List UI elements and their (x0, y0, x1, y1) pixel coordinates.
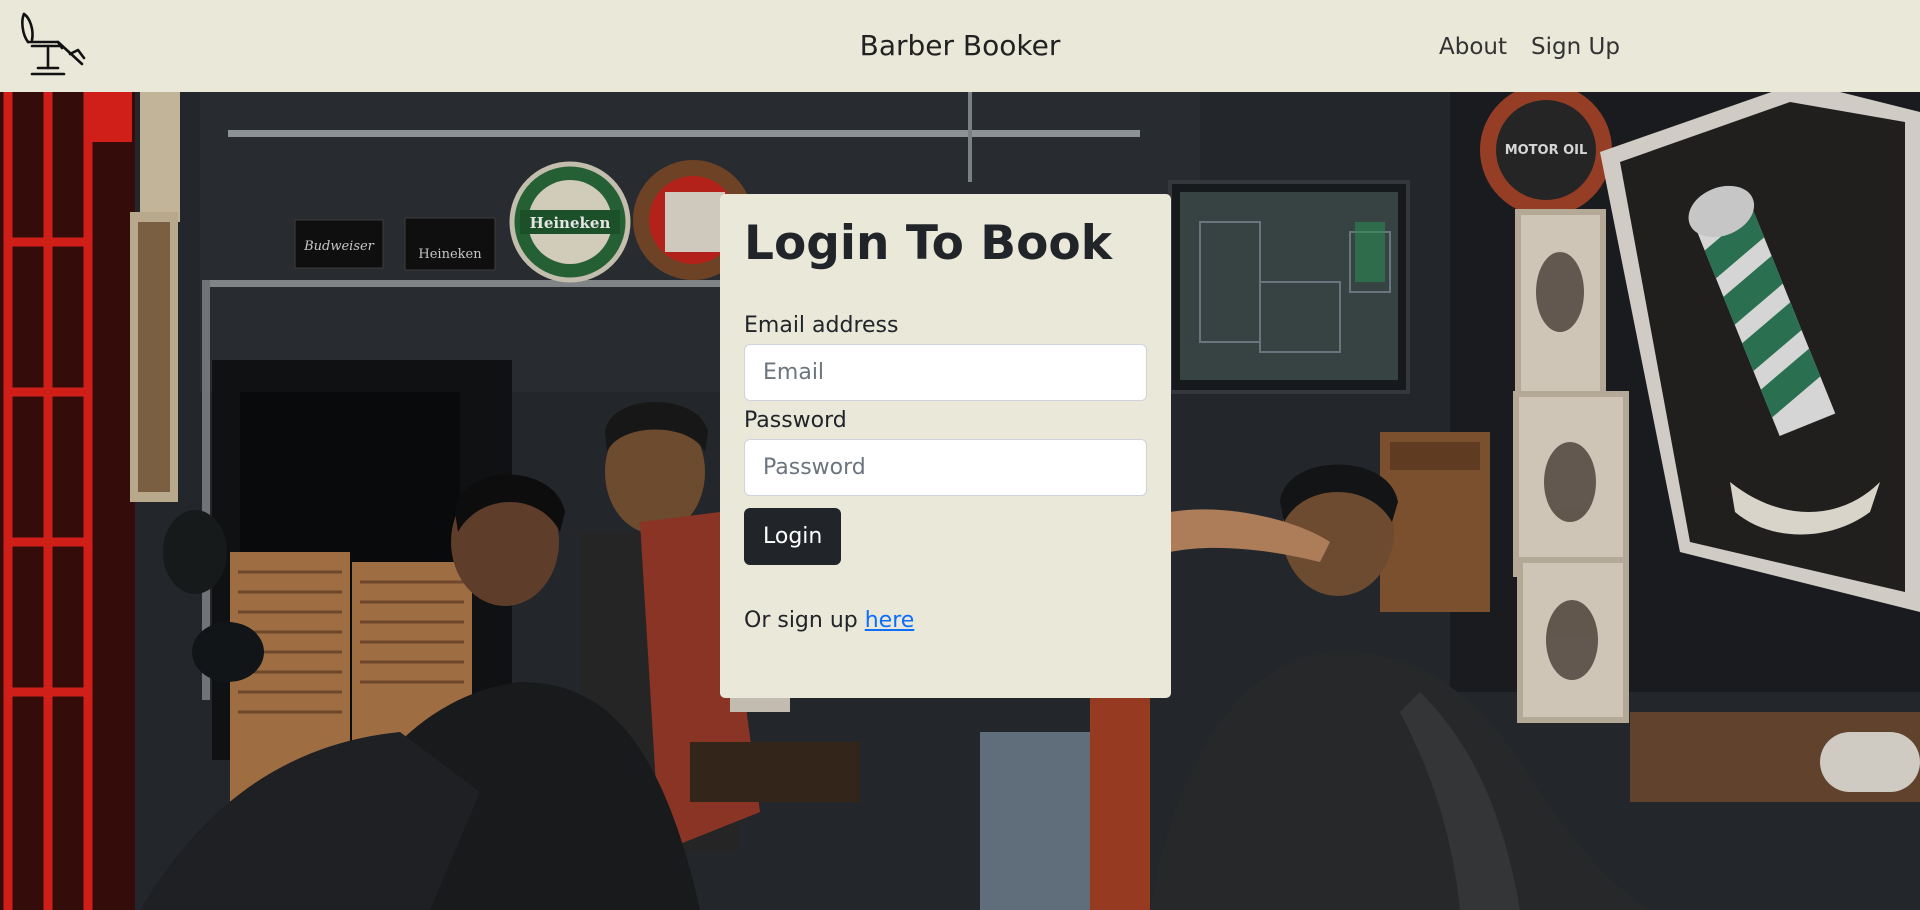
login-button[interactable]: Login (744, 508, 842, 565)
brand-title-wrap: Barber Booker (0, 28, 1920, 64)
brand-title[interactable]: Barber Booker (860, 29, 1061, 62)
nav-links: About Sign Up (1439, 31, 1620, 63)
email-input[interactable] (744, 344, 1147, 401)
password-input[interactable] (744, 439, 1147, 496)
signup-prompt: Or sign up here (744, 607, 1147, 635)
nav-link-about[interactable]: About (1439, 31, 1507, 63)
password-label: Password (744, 408, 847, 433)
signup-link[interactable]: here (865, 608, 915, 633)
signup-text: Or sign up (744, 608, 865, 633)
login-title: Login To Book (744, 216, 1112, 271)
email-label: Email address (744, 313, 899, 338)
nav-link-signup[interactable]: Sign Up (1531, 31, 1620, 63)
login-card: Login To Book Email address Password Log… (720, 194, 1171, 698)
barber-chair-icon[interactable] (18, 10, 86, 82)
navbar: Barber Booker About Sign Up (0, 0, 1920, 92)
